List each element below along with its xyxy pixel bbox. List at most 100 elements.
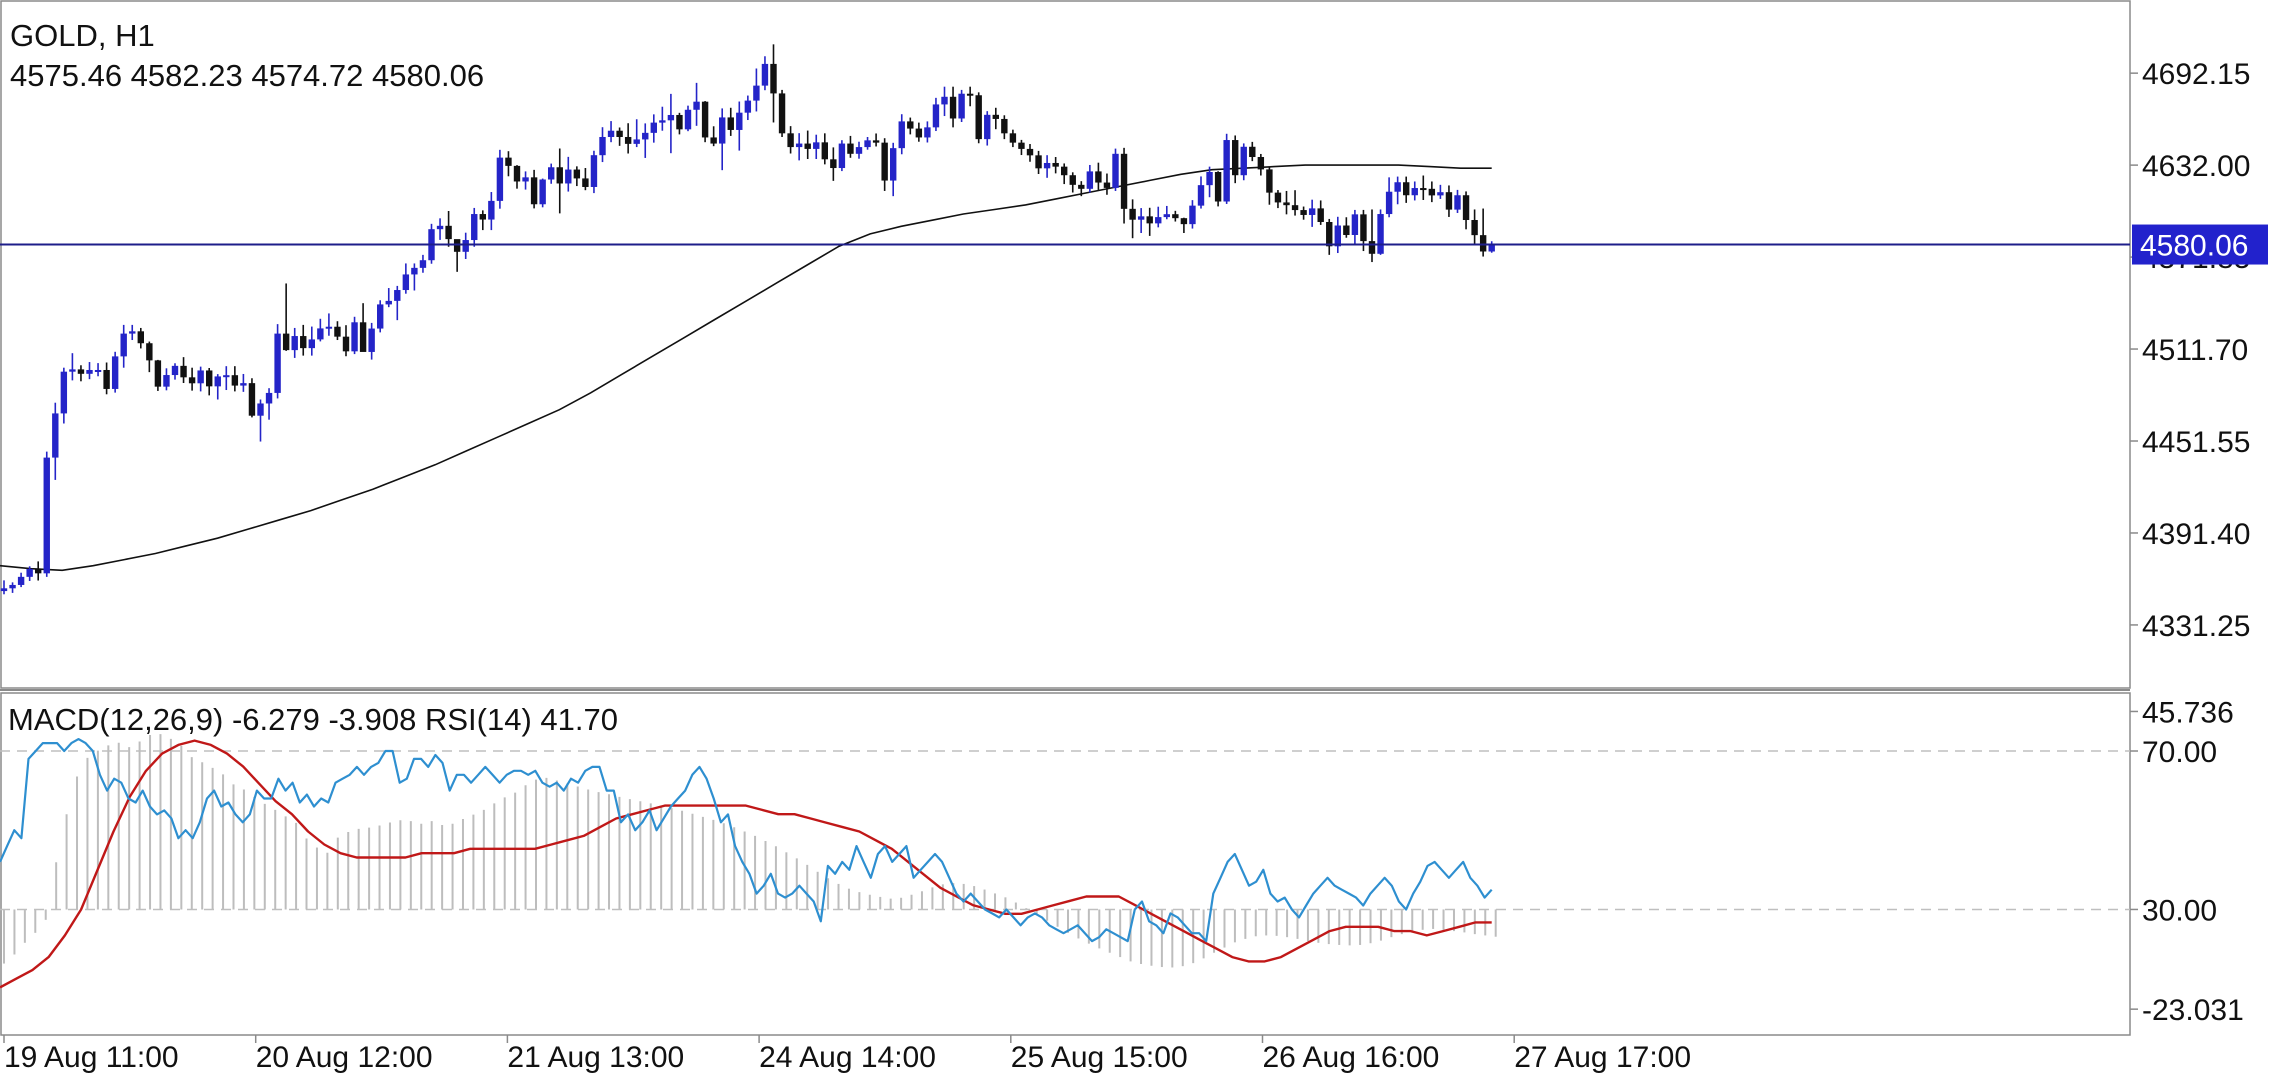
- candle-bull: [932, 104, 940, 128]
- candle-bear: [847, 143, 854, 154]
- price-tick-label: 4511.70: [2142, 334, 2248, 367]
- candlestick-series[interactable]: [0, 44, 1495, 595]
- symbol-timeframe[interactable]: GOLD, H1: [10, 18, 155, 54]
- candle-bull: [693, 101, 700, 110]
- candle-bear: [1403, 182, 1410, 196]
- candle-bull: [488, 200, 495, 220]
- candle-bull: [684, 109, 692, 130]
- time-axis[interactable]: 19 Aug 11:00 20 Aug 12:00 21 Aug 13:00 24 A…: [3, 1035, 1691, 1074]
- candle-bull: [402, 274, 410, 291]
- candle-bull: [385, 300, 392, 305]
- candle-bear: [248, 383, 256, 416]
- candle-bull: [753, 85, 760, 101]
- candle-bull: [1155, 217, 1162, 224]
- time-tick-label: 26 Aug 16:00: [1263, 1041, 1440, 1074]
- candle-bull: [522, 177, 529, 182]
- candle-bull: [351, 322, 358, 352]
- candle-bull: [94, 369, 102, 372]
- candle-bull: [1240, 146, 1247, 176]
- candle-bear: [231, 375, 239, 386]
- candle-bull: [1394, 182, 1401, 192]
- candle-bull: [265, 392, 273, 404]
- candle-bull: [197, 370, 204, 384]
- candle-bear: [35, 568, 42, 574]
- candle-bull: [744, 100, 752, 113]
- indicator-tick-label: 70.00: [2142, 736, 2217, 769]
- candle-bull: [548, 167, 555, 180]
- candle-bear: [1291, 205, 1299, 211]
- candle-bull: [419, 260, 427, 268]
- candle-bear: [770, 63, 777, 94]
- time-tick-label: 25 Aug 15:00: [1011, 1041, 1188, 1074]
- candle-bull: [590, 155, 598, 187]
- time-tick-label: 21 Aug 13:00: [507, 1041, 684, 1074]
- candle-bull: [659, 120, 666, 123]
- candle-bear: [624, 136, 632, 144]
- macd-histogram: [3, 734, 1497, 968]
- candle-bear: [1479, 235, 1487, 252]
- candle-bull: [761, 63, 769, 86]
- candle-bull: [52, 413, 59, 458]
- candle-bear: [1180, 218, 1188, 225]
- candle-bull: [111, 356, 119, 389]
- candle-bear: [1009, 133, 1017, 143]
- candle-bear: [975, 95, 982, 140]
- indicator-pane-border: [0, 692, 2131, 1036]
- candle-bear: [1146, 216, 1153, 224]
- candle-bear: [1232, 140, 1239, 176]
- candle-bull: [924, 127, 931, 138]
- candle-bear: [821, 142, 828, 160]
- candle-bull: [43, 457, 50, 574]
- candle-bull: [838, 143, 846, 169]
- candle-bull: [1437, 192, 1444, 196]
- candle-bear: [1257, 157, 1265, 170]
- candle-bull: [223, 375, 230, 378]
- candle-bear: [1343, 225, 1350, 235]
- candle-bear: [1001, 118, 1008, 134]
- candle-bull: [958, 93, 965, 119]
- candle-bull: [1411, 188, 1418, 196]
- moving-average-200: [0, 164, 1492, 572]
- candle-bear: [1026, 148, 1034, 156]
- candle-bear: [300, 336, 307, 349]
- candle-bear: [77, 369, 85, 374]
- candle-bull: [274, 333, 281, 393]
- candle-bear: [1283, 202, 1290, 206]
- candle-bear: [676, 114, 683, 130]
- candle-bull: [325, 326, 333, 329]
- candle-bear: [359, 322, 367, 352]
- candle-bull: [394, 290, 401, 301]
- candle-bear: [445, 225, 452, 240]
- candle-bull: [1137, 216, 1145, 220]
- candle-bull: [214, 376, 221, 387]
- candle-bear: [1069, 175, 1076, 185]
- candle-bear: [334, 326, 341, 337]
- candle-bull: [607, 130, 615, 137]
- candle-bear: [154, 360, 162, 387]
- candle-bear: [992, 114, 999, 119]
- candle-bear: [1061, 166, 1068, 176]
- candle-bull: [1308, 208, 1316, 215]
- candle-bull: [17, 576, 25, 585]
- candle-bull: [1454, 195, 1461, 210]
- candle-bull: [60, 371, 68, 414]
- candle-bull: [719, 117, 726, 144]
- candle-bear: [778, 93, 786, 134]
- candle-bull: [0, 588, 8, 592]
- candle-bull: [941, 96, 948, 105]
- candle-bull: [257, 403, 264, 416]
- indicator-axis: 45.736 70.00 30.00 -23.031: [2130, 696, 2244, 1027]
- chart-canvas[interactable]: 4692.154632.004571.854511.704451.554391.…: [0, 0, 2292, 1080]
- candle-bear: [727, 117, 734, 130]
- candle-bull: [129, 331, 136, 334]
- price-axis[interactable]: 4692.154632.004571.854511.704451.554391.…: [2130, 58, 2268, 643]
- price-tick-label: 4632.00: [2142, 150, 2250, 183]
- candle-bull: [9, 584, 16, 589]
- candle-bear: [146, 343, 153, 361]
- current-price-label: 4580.06: [2140, 230, 2248, 263]
- candle-bull: [1223, 140, 1230, 202]
- indicator-tick-label: 45.736: [2142, 696, 2234, 729]
- price-tick-label: 4692.15: [2142, 58, 2250, 91]
- candle-bull: [565, 169, 572, 184]
- candle-bull: [795, 143, 803, 148]
